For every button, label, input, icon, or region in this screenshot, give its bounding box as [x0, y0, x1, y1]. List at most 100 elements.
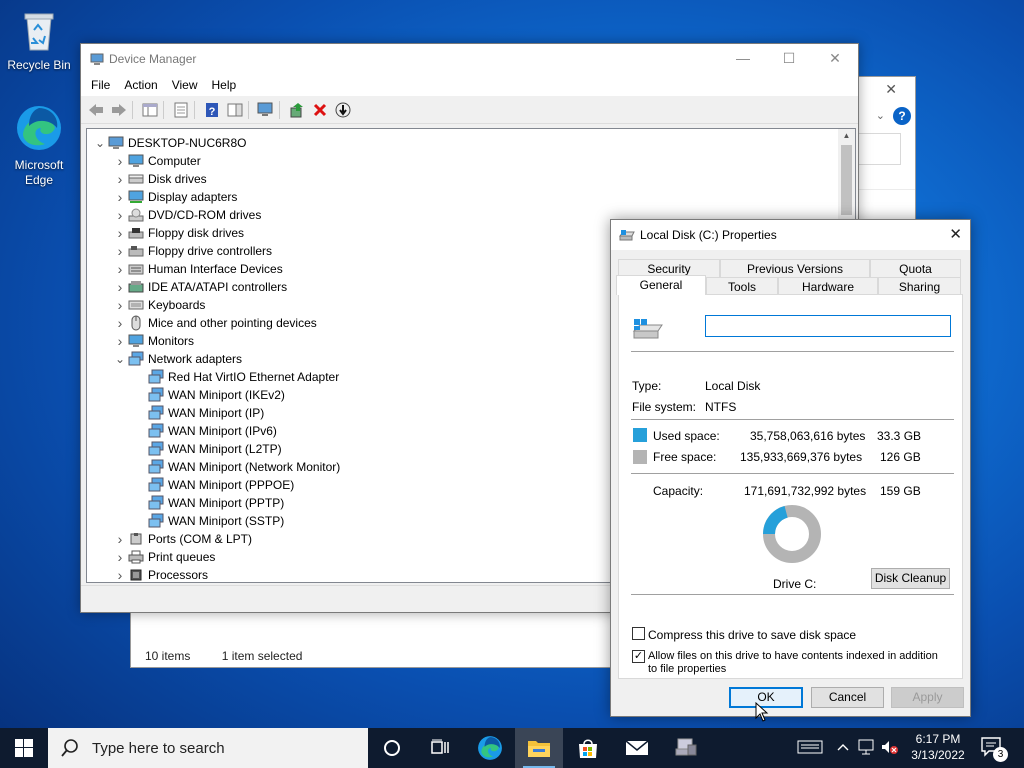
- volume-label-input[interactable]: [705, 315, 951, 337]
- tab-previous-versions[interactable]: Previous Versions: [720, 259, 870, 277]
- help-icon[interactable]: ?: [200, 99, 223, 121]
- chevron-right-icon[interactable]: ›: [113, 333, 127, 349]
- tree-node[interactable]: › Human Interface Devices: [113, 260, 283, 278]
- title-bar[interactable]: Local Disk (C:) Properties ✕: [611, 220, 970, 250]
- action-center-button[interactable]: 3: [980, 736, 1008, 762]
- chevron-right-icon[interactable]: ›: [113, 207, 127, 223]
- scroll-up-arrow[interactable]: ▲: [838, 129, 855, 143]
- taskbar-mail[interactable]: [613, 728, 661, 768]
- tree-node[interactable]: WAN Miniport (L2TP): [133, 440, 282, 458]
- help-icon[interactable]: ?: [893, 107, 911, 125]
- search-input[interactable]: [853, 133, 901, 165]
- disk-usage-donut: [763, 505, 821, 563]
- tree-node[interactable]: WAN Miniport (Network Monitor): [133, 458, 340, 476]
- tree-node[interactable]: WAN Miniport (SSTP): [133, 512, 284, 530]
- chevron-right-icon[interactable]: ›: [113, 225, 127, 241]
- desktop-icon-edge[interactable]: Microsoft Edge: [1, 104, 77, 188]
- disk-cleanup-button[interactable]: Disk Cleanup: [871, 568, 950, 589]
- back-icon[interactable]: [84, 99, 107, 121]
- close-button[interactable]: ✕: [949, 225, 962, 243]
- action-pane-icon[interactable]: [223, 99, 246, 121]
- tree-node[interactable]: › Floppy drive controllers: [113, 242, 272, 260]
- tree-node[interactable]: WAN Miniport (IKEv2): [133, 386, 285, 404]
- menu-file[interactable]: File: [84, 78, 117, 92]
- tab-tools[interactable]: Tools: [706, 277, 778, 295]
- chevron-right-icon[interactable]: ›: [113, 171, 127, 187]
- desktop-icon-recycle-bin[interactable]: Recycle Bin: [1, 8, 77, 73]
- chevron-right-icon[interactable]: ›: [113, 315, 127, 331]
- tree-node[interactable]: › Floppy disk drives: [113, 224, 244, 242]
- chevron-down-icon[interactable]: ⌄: [113, 352, 127, 366]
- taskbar-file-explorer[interactable]: [515, 728, 563, 768]
- task-view-button[interactable]: [416, 728, 464, 768]
- tab-sharing[interactable]: Sharing: [878, 277, 961, 295]
- clock[interactable]: 6:17 PM 3/13/2022: [900, 731, 976, 763]
- tree-node[interactable]: WAN Miniport (IP): [133, 404, 264, 422]
- tree-node[interactable]: › IDE ATA/ATAPI controllers: [113, 278, 288, 296]
- volume-muted-icon[interactable]: [881, 739, 899, 758]
- scrollbar-thumb[interactable]: [841, 145, 852, 215]
- tree-node[interactable]: ⌄ DESKTOP-NUC6R8O: [93, 134, 247, 152]
- properties-icon[interactable]: [169, 99, 192, 121]
- tree-node[interactable]: › Display adapters: [113, 188, 238, 206]
- tree-node[interactable]: › Monitors: [113, 332, 194, 350]
- tree-node[interactable]: › DVD/CD-ROM drives: [113, 206, 262, 224]
- tab-quota[interactable]: Quota: [870, 259, 961, 277]
- tree-node[interactable]: › Print queues: [113, 548, 216, 566]
- forward-icon[interactable]: [107, 99, 130, 121]
- tree-node[interactable]: ⌄ Network adapters: [113, 350, 242, 368]
- chevron-right-icon[interactable]: ›: [113, 261, 127, 277]
- chevron-right-icon[interactable]: ›: [113, 531, 127, 547]
- apply-button[interactable]: Apply: [891, 687, 964, 708]
- selection-count: 1 item selected: [221, 649, 303, 663]
- close-icon[interactable]: ✕: [885, 81, 897, 98]
- cancel-button[interactable]: Cancel: [811, 687, 884, 708]
- minimize-button[interactable]: —: [720, 44, 766, 74]
- tree-node[interactable]: › Processors: [113, 566, 208, 582]
- chevron-right-icon[interactable]: ›: [113, 189, 127, 205]
- taskbar-edge[interactable]: [466, 728, 514, 768]
- start-button[interactable]: [0, 728, 48, 768]
- tree-node[interactable]: WAN Miniport (PPPOE): [133, 476, 294, 494]
- chevron-down-icon[interactable]: ⌄: [93, 136, 107, 150]
- chevron-right-icon[interactable]: ›: [113, 153, 127, 169]
- chevron-right-icon[interactable]: ›: [113, 567, 127, 582]
- chevron-right-icon[interactable]: ›: [113, 297, 127, 313]
- index-checkbox[interactable]: ✓: [632, 650, 645, 663]
- tree-node[interactable]: › Ports (COM & LPT): [113, 530, 252, 548]
- tab-hardware[interactable]: Hardware: [778, 277, 878, 295]
- tree-node[interactable]: WAN Miniport (IPv6): [133, 422, 277, 440]
- title-bar[interactable]: Device Manager — ☐ ✕: [81, 44, 858, 74]
- chevron-up-icon[interactable]: [837, 741, 849, 755]
- menu-action[interactable]: Action: [117, 78, 164, 92]
- menu-view[interactable]: View: [165, 78, 205, 92]
- close-button[interactable]: ✕: [812, 44, 858, 74]
- network-icon[interactable]: [857, 738, 877, 759]
- tree-node[interactable]: Red Hat VirtIO Ethernet Adapter: [133, 368, 339, 386]
- tree-node[interactable]: › Mice and other pointing devices: [113, 314, 317, 332]
- tree-node-label: Disk drives: [148, 172, 207, 186]
- tab-general[interactable]: General: [616, 275, 706, 295]
- uninstall-device-icon[interactable]: [308, 99, 331, 121]
- compress-checkbox[interactable]: [632, 627, 645, 640]
- menu-help[interactable]: Help: [205, 78, 244, 92]
- tree-node[interactable]: › Keyboards: [113, 296, 206, 314]
- show-hide-console-tree-icon[interactable]: [138, 99, 161, 121]
- tree-node[interactable]: › Computer: [113, 152, 201, 170]
- taskbar-store[interactable]: [564, 728, 612, 768]
- cortana-button[interactable]: [368, 728, 416, 768]
- tree-node[interactable]: › Disk drives: [113, 170, 207, 188]
- disable-device-icon[interactable]: [331, 99, 354, 121]
- chevron-right-icon[interactable]: ›: [113, 243, 127, 259]
- tree-node-label: WAN Miniport (IP): [168, 406, 265, 420]
- taskbar-search-box[interactable]: Type here to search: [48, 728, 368, 768]
- input-indicator-icon[interactable]: [797, 739, 823, 758]
- scan-hardware-icon[interactable]: [254, 99, 277, 121]
- chevron-right-icon[interactable]: ›: [113, 279, 127, 295]
- tree-node[interactable]: WAN Miniport (PPTP): [133, 494, 284, 512]
- chevron-right-icon[interactable]: ›: [113, 549, 127, 565]
- chevron-down-icon[interactable]: ⌄: [876, 109, 885, 122]
- maximize-button[interactable]: ☐: [766, 44, 812, 74]
- update-driver-icon[interactable]: [285, 99, 308, 121]
- taskbar-device-manager[interactable]: [662, 728, 710, 768]
